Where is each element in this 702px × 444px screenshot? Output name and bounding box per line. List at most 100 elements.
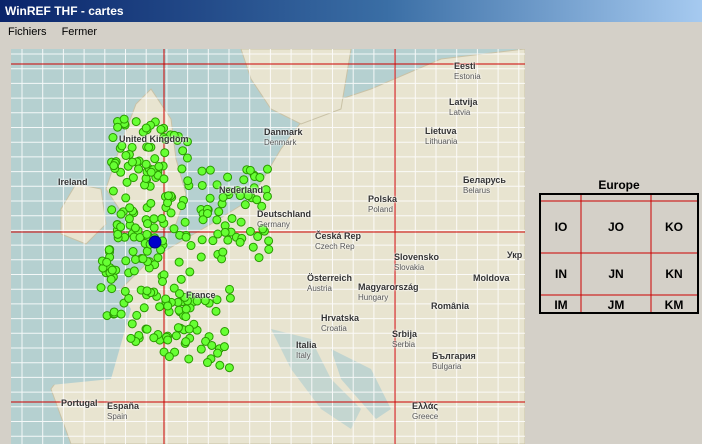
locator-jm[interactable]: JM (583, 298, 649, 312)
station-marker (166, 208, 176, 218)
station-marker (157, 214, 167, 224)
station-marker (153, 253, 163, 263)
country-label: Česká Rep (315, 231, 362, 241)
station-marker (154, 161, 164, 171)
country-label-english: Slovakia (394, 263, 425, 272)
station-marker (149, 333, 159, 343)
country-label: Ireland (58, 177, 88, 187)
country-label-english: Croatia (321, 324, 347, 333)
station-marker (235, 237, 245, 247)
country-label-english: Latvia (449, 108, 471, 117)
station-marker (141, 123, 151, 133)
station-marker (176, 274, 186, 284)
window-title-bar[interactable]: WinREF THF - cartes (0, 0, 702, 22)
station-marker (121, 256, 131, 266)
station-marker (207, 340, 217, 350)
station-marker (108, 186, 118, 196)
station-marker (175, 289, 185, 299)
station-marker (108, 133, 118, 143)
station-marker (196, 344, 206, 354)
locator-im[interactable]: IM (543, 298, 579, 312)
station-marker (141, 159, 151, 169)
country-label: España (107, 401, 140, 411)
station-marker (127, 157, 137, 167)
country-label: Укр (507, 250, 523, 260)
station-marker (255, 172, 265, 182)
station-marker (205, 193, 215, 203)
locator-grid[interactable]: IO JO KO IN JN KN IM JM KM (539, 193, 699, 314)
country-label: Nederland (219, 185, 264, 195)
country-label: Moldova (473, 273, 510, 283)
station-marker (134, 164, 144, 174)
station-marker (107, 205, 117, 215)
station-marker (254, 253, 264, 263)
station-marker (205, 165, 215, 175)
station-marker (240, 200, 250, 210)
menu-fichiers[interactable]: Fichiers (4, 22, 51, 42)
locator-in[interactable]: IN (543, 267, 579, 281)
station-marker (127, 319, 137, 329)
country-label: Latvija (449, 97, 478, 107)
station-marker (104, 245, 114, 255)
station-marker (186, 241, 196, 251)
station-marker (253, 232, 263, 242)
station-marker (138, 254, 148, 264)
station-marker (245, 165, 255, 175)
station-marker (142, 229, 152, 239)
locator-kn[interactable]: KN (653, 267, 695, 281)
station-marker (183, 176, 193, 186)
station-marker (214, 207, 224, 217)
station-marker (131, 254, 141, 264)
station-marker (197, 166, 207, 176)
station-marker (119, 114, 129, 124)
station-marker (213, 348, 223, 358)
station-marker (120, 286, 130, 296)
country-label: Portugal (61, 398, 98, 408)
station-marker (262, 191, 272, 201)
station-marker (202, 358, 212, 368)
europe-map[interactable]: Eesti Estonia Latvija Latvia Lietuva Lithuani… (11, 49, 525, 444)
locator-jo[interactable]: JO (583, 220, 649, 234)
country-label: Italia (296, 340, 317, 350)
station-marker (106, 274, 116, 284)
station-marker (185, 267, 195, 277)
station-marker (128, 247, 138, 257)
station-marker (107, 284, 117, 294)
window-title: WinREF THF - cartes (5, 4, 124, 18)
station-marker (225, 293, 235, 303)
country-label-english: Germany (257, 220, 290, 229)
country-label: United Kingdom (119, 134, 189, 144)
station-marker (224, 363, 234, 373)
menu-fermer[interactable]: Fermer (58, 22, 101, 42)
locator-jn[interactable]: JN (583, 267, 649, 281)
locator-ko[interactable]: KO (653, 220, 695, 234)
station-marker (181, 304, 191, 314)
station-marker (122, 177, 132, 187)
station-marker (223, 235, 233, 245)
station-marker (146, 167, 156, 177)
country-label-english: Lithuania (425, 137, 458, 146)
station-marker (181, 312, 191, 322)
country-label-english: Spain (107, 412, 128, 421)
station-marker (227, 213, 237, 223)
station-marker (181, 337, 191, 347)
station-marker (213, 229, 223, 239)
station-marker (264, 244, 274, 254)
station-marker (171, 331, 181, 341)
station-marker (236, 217, 246, 227)
station-marker (107, 265, 117, 275)
station-marker (121, 193, 131, 203)
country-label: France (186, 290, 216, 300)
station-marker (181, 232, 191, 242)
station-marker (126, 333, 136, 343)
station-marker (264, 236, 274, 246)
locator-io[interactable]: IO (543, 220, 579, 234)
station-marker (125, 203, 135, 213)
station-marker (102, 257, 112, 267)
station-marker (211, 306, 221, 316)
country-label: Danmark (264, 127, 303, 137)
country-label-english: Greece (412, 412, 439, 421)
station-marker (248, 242, 258, 252)
station-marker (245, 226, 255, 236)
locator-km[interactable]: KM (653, 298, 695, 312)
